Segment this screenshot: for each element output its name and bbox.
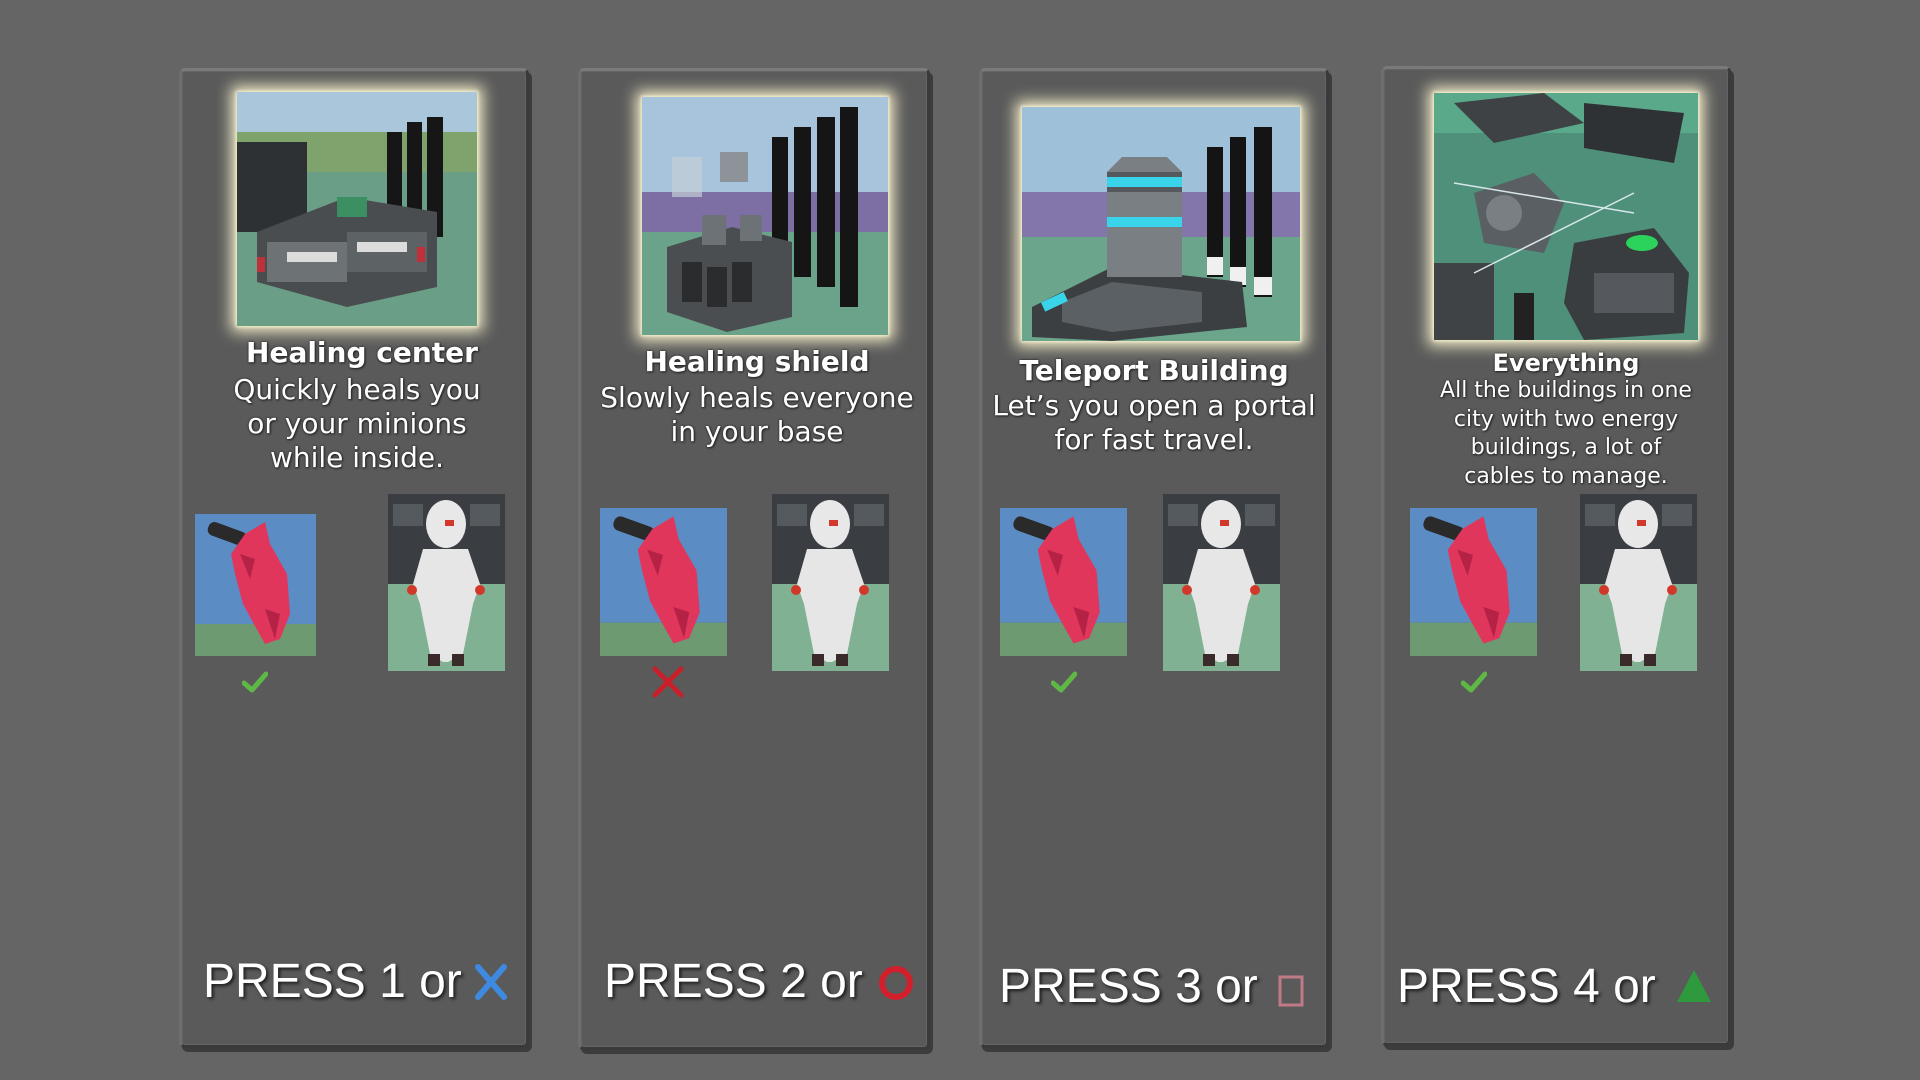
- monster-unit-image: [600, 508, 727, 656]
- everything-preview: [1434, 93, 1698, 340]
- building-card-teleport[interactable]: Teleport Building Let’s you open a porta…: [979, 68, 1329, 1048]
- humanoid-unit-image: [772, 494, 889, 671]
- card-description: Slowly heals everyone in your base: [581, 381, 933, 449]
- description-line: Let’s you open a portal: [992, 389, 1316, 422]
- humanoid-unit-image: [388, 494, 505, 671]
- press-prompt: PRESS 1 or: [203, 955, 462, 1008]
- humanoid-unit-image: [1163, 494, 1280, 671]
- humanoid-unit-image: [1580, 494, 1697, 671]
- healing-shield-preview: [642, 97, 888, 335]
- description-line: or your minions: [247, 407, 467, 441]
- description-line: Quickly heals you: [233, 373, 481, 406]
- description-line: city with two energy: [1453, 406, 1679, 432]
- card-title: Healing center: [246, 336, 478, 369]
- teleport-building-preview: [1022, 107, 1300, 341]
- description-line: while inside.: [269, 441, 445, 475]
- building-card-healing-shield[interactable]: Healing shield Slowly heals everyone in …: [578, 68, 930, 1050]
- monster-unit-image: [195, 514, 316, 656]
- description-line: All the buildings in one: [1440, 378, 1692, 403]
- cross-button-icon: [474, 963, 508, 1001]
- card-description: Quickly heals you or your minions while …: [182, 373, 532, 475]
- card-description: Let’s you open a portal for fast travel.: [982, 389, 1326, 457]
- press-prompt: PRESS 4 or: [1397, 960, 1656, 1013]
- card-description: All the buildings in one city with two e…: [1384, 377, 1748, 491]
- description-line: Slowly heals everyone: [600, 381, 914, 414]
- description-line: cables to manage.: [1464, 463, 1668, 489]
- square-button-icon: [1277, 974, 1305, 1008]
- description-line: in your base: [670, 415, 844, 449]
- triangle-button-icon: [1674, 967, 1714, 1005]
- press-prompt: PRESS 3 or: [999, 960, 1258, 1013]
- card-title: Everything: [1492, 349, 1640, 377]
- building-card-everything[interactable]: Everything All the buildings in one city…: [1381, 66, 1731, 1046]
- check-icon: [241, 671, 269, 693]
- healing-center-preview: [237, 92, 477, 326]
- description-line: buildings, a lot of: [1470, 435, 1662, 461]
- x-mark-icon: [651, 665, 685, 699]
- monster-unit-image: [1410, 508, 1537, 656]
- monster-unit-image: [1000, 508, 1127, 656]
- check-icon: [1460, 671, 1488, 693]
- building-card-healing-center[interactable]: Healing center Quickly heals you or your…: [179, 68, 529, 1048]
- card-title: Healing shield: [644, 345, 870, 378]
- card-title: Teleport Building: [1019, 354, 1289, 387]
- description-line: for fast travel.: [1054, 423, 1254, 457]
- press-prompt: PRESS 2 or: [604, 955, 863, 1008]
- circle-button-icon: [877, 964, 915, 1002]
- check-icon: [1050, 671, 1078, 693]
